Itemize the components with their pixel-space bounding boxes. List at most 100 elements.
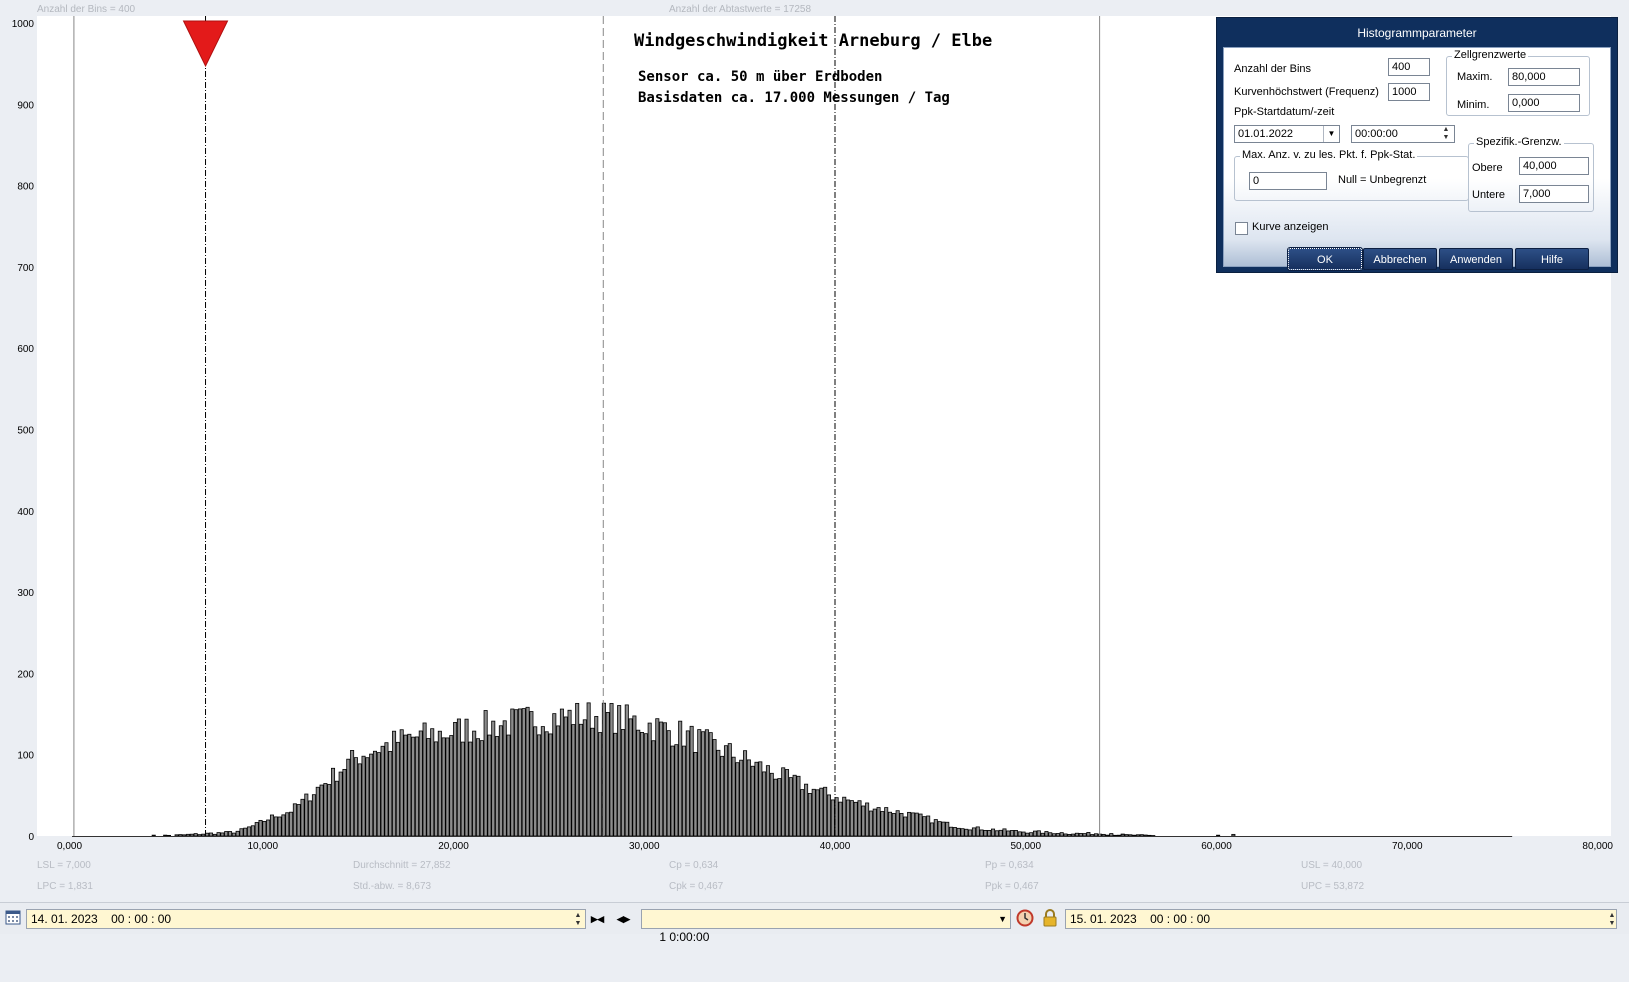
histogram-bar [930,823,933,836]
histogram-bar [1117,835,1120,836]
lower-input[interactable]: 7,000 [1519,185,1589,203]
stat-lsl: LSL = 7,000 [37,860,91,871]
histogram-bar [869,811,872,836]
histogram-bar [480,741,483,836]
histogram-bar [217,833,220,836]
histogram-bar [282,815,285,836]
cancel-button[interactable]: Abbrechen [1363,248,1437,270]
histogram-bar [545,732,548,836]
histogram-bar [660,722,663,836]
max-label: Maxim. [1457,71,1492,83]
histogram-bar [572,725,575,836]
histogram-bar [152,835,155,836]
histogram-bar [412,737,415,836]
interval-select[interactable]: 1 0:00:00 ▼ [641,909,1011,929]
start-time-input[interactable]: 00:00:00 ▲▼ [1351,125,1455,143]
histogram-bar [461,742,464,836]
upper-input[interactable]: 40,000 [1519,157,1589,175]
histogram-bar [717,750,720,836]
show-curve-checkbox[interactable] [1235,222,1248,235]
histogram-bar [644,734,647,836]
collapse-arrows-icon[interactable]: ▸◂ [591,909,604,929]
y-tick-label: 700 [17,263,34,274]
histogram-bar [907,812,910,836]
stat-mean: Durchschnitt = 27,852 [353,860,451,871]
histogram-bar [1232,834,1235,836]
histogram-bar [1041,833,1044,836]
max-input[interactable]: 80,000 [1508,68,1580,86]
histogram-bar [755,762,758,836]
histogram-bar [896,811,899,836]
histogram-bar [938,822,941,836]
histogram-bar [698,730,701,836]
bins-input[interactable]: 400 [1388,58,1430,76]
histogram-bar [1007,831,1010,836]
histogram-bar [824,787,827,836]
histogram-bar [560,709,563,836]
histogram-bar [804,784,807,836]
lower-label: Untere [1472,189,1505,201]
curve-max-input[interactable]: 1000 [1388,83,1430,101]
histogram-bar [732,757,735,836]
max-points-input[interactable]: 0 [1249,172,1327,190]
histogram-bar [400,730,403,836]
histogram-bar [305,794,308,836]
start-date-value: 01.01.2022 [1238,128,1293,140]
histogram-bar [763,772,766,836]
show-curve-label: Kurve anzeigen [1252,221,1328,233]
stat-pp: Pp = 0,634 [985,860,1034,871]
histogram-bar [976,827,979,836]
cell-limits-group: Zellgrenzwerte Maxim. 80,000 Minim. 0,00… [1446,56,1590,116]
histogram-bar [1091,835,1094,836]
histogram-bar [1144,835,1147,836]
calendar-icon[interactable] [5,909,21,931]
histogram-bar [579,724,582,836]
ok-button[interactable]: OK [1288,248,1362,270]
histogram-bar [316,787,319,836]
bottom-toolbar: 14. 01. 2023 00 : 00 : 00 ▲▼ ▸◂ ◂▸ 1 0:0… [0,902,1629,934]
histogram-bar [568,710,571,836]
start-date-select[interactable]: 01.01.2022 ▼ [1234,125,1340,143]
histogram-bar [518,709,521,836]
histogram-bar [442,738,445,836]
end-spinner-icon[interactable]: ▲▼ [1604,912,1620,928]
histogram-bar [816,790,819,836]
cell-limits-group-label: Zellgrenzwerte [1452,49,1528,61]
y-tick-label: 200 [17,669,34,680]
chevron-down-icon[interactable]: ▼ [1323,126,1339,142]
time-spinner-icon[interactable]: ▲▼ [1438,126,1454,142]
histogram-bar [377,753,380,836]
y-tick-label: 100 [17,751,34,762]
start-datetime-input[interactable]: 14. 01. 2023 00 : 00 : 00 [26,909,586,929]
expand-arrows-icon[interactable]: ◂▸ [617,909,630,929]
lock-icon[interactable] [1042,909,1058,933]
histogram-bar [251,826,254,836]
min-label: Minim. [1457,99,1489,111]
histogram-bar [293,804,296,836]
histogram-bar [1056,833,1059,836]
chevron-down-icon[interactable]: ▼ [998,910,1007,928]
histogram-bar [167,835,170,836]
histogram-bar [263,821,266,836]
histogram-bar [1133,835,1136,836]
histogram-bar [759,762,762,836]
ppk-start-label: Ppk-Startdatum/-zeit [1234,106,1334,118]
histogram-bar [175,835,178,836]
y-tick-label: 800 [17,182,34,193]
y-tick-label: 500 [17,426,34,437]
histogram-bar [1083,834,1086,836]
y-tick-label: 900 [17,100,34,111]
start-spinner-icon[interactable]: ▲▼ [570,912,586,928]
clock-icon[interactable] [1016,909,1034,933]
histogram-bar [507,735,510,836]
histogram-bar [534,727,537,836]
help-button[interactable]: Hilfe [1515,248,1589,270]
end-datetime-input[interactable]: 15. 01. 2023 00 : 00 : 00 [1065,909,1617,929]
histogram-bar [682,746,685,836]
histogram-bar [164,835,167,836]
apply-button[interactable]: Anwenden [1439,248,1513,270]
min-input[interactable]: 0,000 [1508,94,1580,112]
histogram-bar [225,832,228,836]
histogram-bar [988,830,991,836]
stat-std: Std.-abw. = 8,673 [353,881,431,892]
